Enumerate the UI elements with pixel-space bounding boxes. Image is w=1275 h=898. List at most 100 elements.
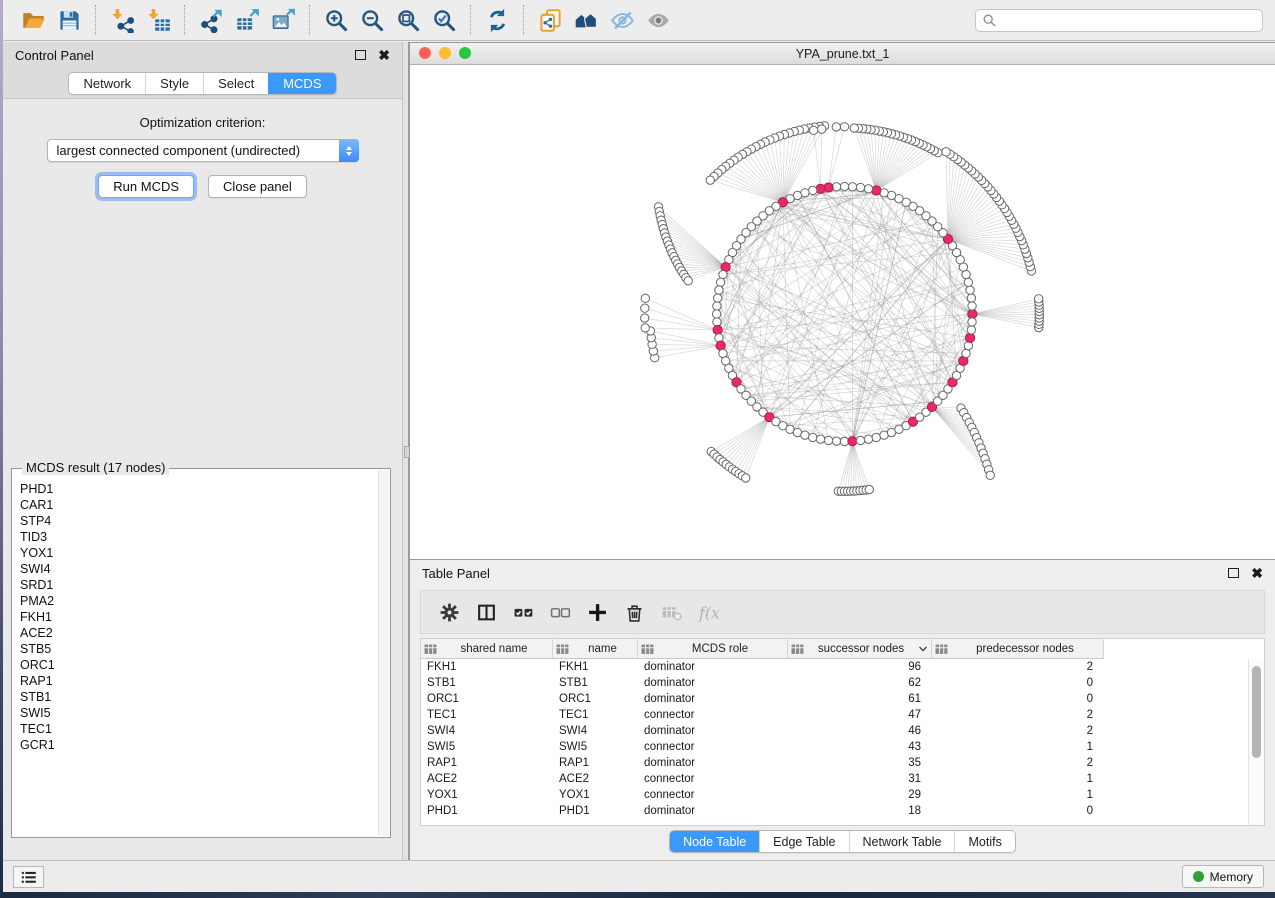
network-node[interactable] — [801, 431, 809, 439]
clone-network-icon[interactable] — [532, 4, 568, 36]
deselect-all-icon[interactable] — [542, 597, 579, 627]
network-node[interactable] — [716, 278, 724, 286]
tab-edge-table[interactable]: Edge Table — [759, 831, 848, 852]
network-node[interactable] — [713, 318, 721, 326]
network-node[interactable] — [968, 318, 976, 326]
mcds-result-item[interactable]: SRD1 — [20, 577, 379, 593]
delete-row-icon[interactable] — [616, 597, 653, 627]
mcds-result-list[interactable]: PHD1CAR1STP4TID3YOX1SWI4SRD1PMA2FKH1ACE2… — [13, 475, 379, 836]
network-node[interactable] — [848, 183, 856, 191]
leaf-node[interactable] — [840, 123, 848, 131]
table-row[interactable]: ACE2ACE2connector311 — [421, 771, 1264, 787]
tab-network[interactable]: Network — [69, 73, 145, 94]
column-header-shared-name[interactable]: shared name — [421, 639, 553, 659]
close-panel-button[interactable]: Close panel — [208, 175, 307, 198]
table-row[interactable]: ORC1ORC1dominator610 — [421, 691, 1264, 707]
search-input[interactable] — [1001, 12, 1255, 29]
add-row-icon[interactable] — [579, 597, 616, 627]
table-row[interactable]: SWI5SWI5connector431 — [421, 739, 1264, 755]
leaf-node[interactable] — [641, 304, 649, 312]
network-view-titlebar[interactable]: YPA_prune.txt_1 — [410, 43, 1275, 65]
mcds-node[interactable] — [965, 333, 974, 342]
export-table-icon[interactable] — [229, 4, 265, 36]
split-pane-divider[interactable] — [402, 42, 409, 860]
network-node[interactable] — [964, 278, 972, 286]
mcds-node[interactable] — [968, 309, 977, 318]
tab-motifs[interactable]: Motifs — [954, 831, 1014, 852]
network-node[interactable] — [966, 286, 974, 294]
table-row[interactable]: FKH1FKH1dominator962 — [421, 659, 1264, 675]
mcds-result-item[interactable]: ORC1 — [20, 657, 379, 673]
tab-select[interactable]: Select — [203, 73, 268, 94]
export-image-icon[interactable] — [265, 4, 301, 36]
network-node[interactable] — [713, 302, 721, 310]
mcds-result-scrollbar[interactable] — [378, 470, 389, 836]
leaf-node[interactable] — [641, 294, 649, 302]
leaf-node[interactable] — [641, 314, 649, 322]
leaf-node[interactable] — [850, 124, 858, 132]
optimization-criterion-select[interactable]: largest connected component (undirected) — [47, 139, 359, 162]
tab-mcds[interactable]: MCDS — [268, 73, 335, 94]
import-network-icon[interactable] — [104, 4, 140, 36]
column-header-predecessor-nodes[interactable]: predecessor nodes — [932, 639, 1104, 659]
leaf-node[interactable] — [865, 485, 873, 493]
network-node[interactable] — [968, 302, 976, 310]
network-node[interactable] — [712, 310, 720, 318]
network-node[interactable] — [967, 294, 975, 302]
mcds-result-item[interactable]: SWI5 — [20, 705, 379, 721]
hide-selected-icon[interactable] — [604, 4, 640, 36]
network-node[interactable] — [872, 433, 880, 441]
network-node[interactable] — [719, 270, 727, 278]
network-node[interactable] — [816, 435, 824, 443]
close-table-panel-icon[interactable]: ✖ — [1251, 566, 1263, 580]
table-row[interactable]: RAP1RAP1dominator352 — [421, 755, 1264, 771]
mcds-result-item[interactable]: CAR1 — [20, 497, 379, 513]
mcds-result-item[interactable]: GCR1 — [20, 737, 379, 753]
network-node[interactable] — [967, 326, 975, 334]
export-network-icon[interactable] — [193, 4, 229, 36]
zoom-selected-icon[interactable] — [426, 4, 462, 36]
mcds-node[interactable] — [848, 437, 857, 446]
mcds-node[interactable] — [816, 184, 825, 193]
float-table-panel-icon[interactable] — [1228, 568, 1239, 578]
column-header-name[interactable]: name — [553, 639, 638, 659]
search-box[interactable] — [975, 9, 1263, 32]
mcds-result-item[interactable]: TEC1 — [20, 721, 379, 737]
network-node[interactable] — [809, 186, 817, 194]
column-header-MCDS-role[interactable]: MCDS role — [638, 639, 788, 659]
first-neighbors-icon[interactable] — [568, 4, 604, 36]
leaf-node[interactable] — [742, 474, 750, 482]
table-row[interactable]: YOX1YOX1connector291 — [421, 787, 1264, 803]
leaf-node[interactable] — [684, 277, 692, 285]
mcds-result-item[interactable]: PHD1 — [20, 481, 379, 497]
tab-node-table[interactable]: Node Table — [670, 831, 759, 852]
network-node[interactable] — [856, 183, 864, 191]
refresh-view-icon[interactable] — [479, 4, 515, 36]
network-canvas[interactable] — [410, 65, 1275, 559]
network-node[interactable] — [809, 433, 817, 441]
save-session-icon[interactable] — [51, 4, 87, 36]
tab-style[interactable]: Style — [145, 73, 203, 94]
tab-network-table[interactable]: Network Table — [849, 831, 955, 852]
network-node[interactable] — [962, 349, 970, 357]
column-header-successor-nodes[interactable]: successor nodes — [788, 639, 932, 659]
mcds-result-item[interactable]: YOX1 — [20, 545, 379, 561]
show-all-icon[interactable] — [640, 4, 676, 36]
zoom-out-icon[interactable] — [354, 4, 390, 36]
mcds-result-item[interactable]: ACE2 — [20, 625, 379, 641]
network-node[interactable] — [713, 294, 721, 302]
table-row[interactable]: STB1STB1dominator620 — [421, 675, 1264, 691]
close-panel-icon[interactable]: ✖ — [378, 48, 390, 62]
mcds-result-item[interactable]: STB1 — [20, 689, 379, 705]
leaf-node[interactable] — [986, 471, 994, 479]
zoom-in-icon[interactable] — [318, 4, 354, 36]
table-row[interactable]: SWI4SWI4dominator462 — [421, 723, 1264, 739]
run-mcds-button[interactable]: Run MCDS — [98, 175, 194, 198]
table-scrollbar[interactable] — [1248, 659, 1264, 825]
network-node[interactable] — [864, 185, 872, 193]
settings-icon[interactable] — [431, 597, 468, 627]
open-file-icon[interactable] — [15, 4, 51, 36]
select-all-icon[interactable] — [505, 597, 542, 627]
table-row[interactable]: PHD1PHD1dominator180 — [421, 803, 1264, 819]
mcds-result-item[interactable]: FKH1 — [20, 609, 379, 625]
